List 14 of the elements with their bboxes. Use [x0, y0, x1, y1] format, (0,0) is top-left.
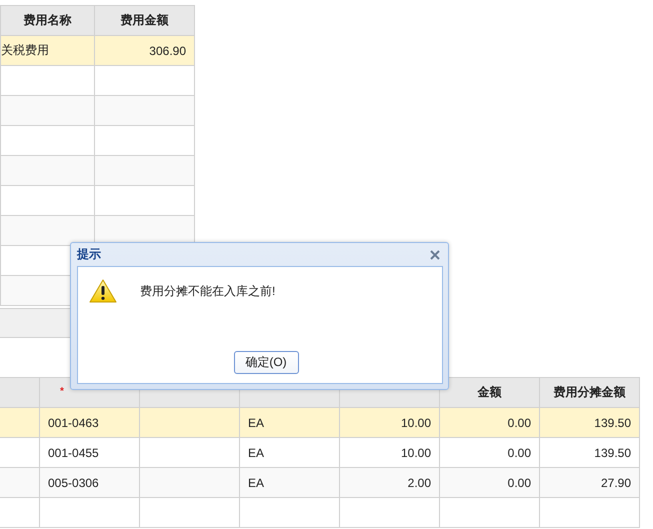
table-row[interactable]: 001-0463 EA 10.00 0.00 139.50 [0, 408, 640, 438]
column-header[interactable]: 费用金额 [94, 6, 194, 36]
column-header[interactable]: 金额 [440, 378, 540, 408]
dialog-title: 提示 [77, 246, 101, 263]
dialog-message: 费用分摊不能在入库之前! [140, 283, 276, 300]
table-row[interactable]: 005-0306 EA 2.00 0.00 27.90 [0, 468, 640, 498]
ok-button[interactable]: 确定(O) [234, 351, 298, 374]
warning-icon [89, 279, 117, 303]
table-row[interactable]: 001-0455 EA 10.00 0.00 139.50 [0, 438, 640, 468]
column-header[interactable]: 费用分摊金额 [540, 378, 640, 408]
table-row[interactable]: 关税费用 306.90 [0, 36, 194, 66]
required-mark: * [60, 386, 64, 396]
column-header[interactable]: 费用名称 [0, 6, 94, 36]
close-icon[interactable] [430, 250, 440, 260]
